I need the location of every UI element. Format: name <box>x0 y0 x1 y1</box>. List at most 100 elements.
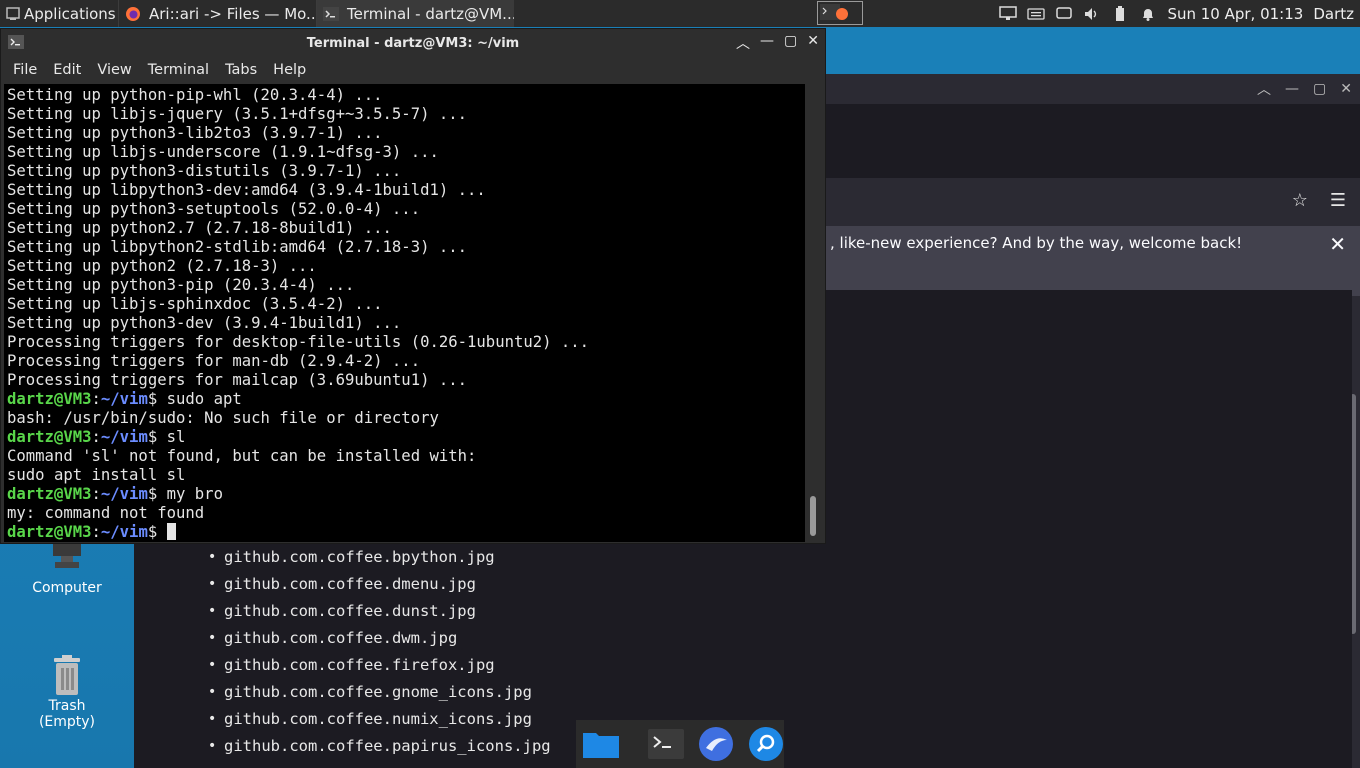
output-text: Processing triggers for mailcap (3.69ubu… <box>7 371 468 389</box>
browser-icon[interactable] <box>698 725 734 763</box>
prompt-path: ~/vim <box>100 428 148 446</box>
taskbar-item-files[interactable]: Ari::ari -> Files — Mo... <box>118 0 316 27</box>
terminal-prompt-line: dartz@VM3:~/vim$ my bro <box>7 485 808 504</box>
terminal-prompt-line: dartz@VM3:~/vim$ sl <box>7 428 808 447</box>
terminal-window[interactable]: Terminal - dartz@VM3: ~/vim ︿ — ▢ ✕ File… <box>0 28 826 544</box>
files-icon[interactable] <box>582 725 620 763</box>
menu-terminal[interactable]: Terminal <box>140 62 217 78</box>
window-preview-button[interactable] <box>817 1 863 25</box>
file-link[interactable]: github.com.coffee.numix_icons.jpg <box>224 706 532 733</box>
terminal-output-line: Processing triggers for desktop-file-uti… <box>7 333 808 352</box>
applications-menu-icon <box>6 6 20 21</box>
terminal-output-line: Setting up python3-setuptools (52.0.0-4)… <box>7 200 808 219</box>
menu-help[interactable]: Help <box>265 62 314 78</box>
output-text: Processing triggers for desktop-file-uti… <box>7 333 590 351</box>
terminal-output-line: Setting up libjs-sphinxdoc (3.5.4-2) ... <box>7 295 808 314</box>
list-item[interactable]: • github.com.coffee.dwm.jpg <box>208 625 551 652</box>
terminal-output-line: Setting up libpython3-dev:amd64 (3.9.4-1… <box>7 181 808 200</box>
taskbar-item-label: Ari::ari -> Files — Mo... <box>149 4 316 23</box>
output-text: Setting up python2 (2.7.18-3) ... <box>7 257 317 275</box>
text-cursor <box>166 523 176 540</box>
terminal-prompt-line: dartz@VM3:~/vim$ sudo apt <box>7 390 808 409</box>
clock[interactable]: Sun 10 Apr, 01:13 <box>1167 5 1303 23</box>
chevron-up-icon[interactable]: ︿ <box>1257 79 1271 99</box>
terminal-output-line: Setting up python3-lib2to3 (3.9.7-1) ... <box>7 124 808 143</box>
output-text: my: command not found <box>7 504 205 522</box>
file-link[interactable]: github.com.coffee.gnome_icons.jpg <box>224 679 532 706</box>
volume-icon[interactable] <box>1083 5 1101 23</box>
terminal-icon[interactable] <box>648 725 684 763</box>
taskbar-item-label: Terminal - dartz@VM... <box>347 4 514 23</box>
list-item[interactable]: • github.com.coffee.dmenu.jpg <box>208 571 551 598</box>
close-icon[interactable]: ✕ <box>807 33 819 53</box>
notification-bell-icon[interactable] <box>1139 5 1157 23</box>
prompt-separator: : <box>91 485 101 503</box>
hamburger-menu-icon[interactable]: ☰ <box>1330 190 1346 211</box>
terminal-titlebar[interactable]: Terminal - dartz@VM3: ~/vim ︿ — ▢ ✕ <box>1 29 825 57</box>
desktop-icon-computer[interactable]: Computer <box>17 536 117 596</box>
menu-tabs[interactable]: Tabs <box>217 62 265 78</box>
menu-file[interactable]: File <box>5 62 45 78</box>
terminal-icon <box>8 35 24 49</box>
output-text: Command 'sl' not found, but can be insta… <box>7 447 477 465</box>
search-icon[interactable] <box>748 725 784 763</box>
terminal-output-line: my: command not found <box>7 504 808 523</box>
desktop-icon-trash[interactable]: Trash (Empty) <box>17 654 117 730</box>
menu-view[interactable]: View <box>89 62 139 78</box>
applications-menu-button[interactable]: Applications <box>0 0 118 27</box>
file-link[interactable]: github.com.coffee.firefox.jpg <box>224 652 495 679</box>
network-icon[interactable] <box>999 5 1018 23</box>
minimize-icon[interactable]: — <box>1285 81 1299 97</box>
terminal-output[interactable]: Setting up python-pip-whl (20.3.4-4) ...… <box>4 84 808 542</box>
prompt-symbol: $ <box>147 523 167 541</box>
terminal-scrollbar[interactable] <box>805 84 821 542</box>
shade-icon[interactable]: ︿ <box>736 33 750 53</box>
scrollbar-thumb[interactable] <box>810 496 816 536</box>
user-menu[interactable]: Dartz <box>1313 5 1354 23</box>
prompt-path: ~/vim <box>100 390 148 408</box>
command-text: my bro <box>166 485 223 503</box>
keyboard-icon[interactable] <box>1027 5 1046 23</box>
minimize-icon[interactable]: — <box>760 33 774 53</box>
list-item[interactable]: • github.com.coffee.dunst.jpg <box>208 598 551 625</box>
battery-icon[interactable] <box>1111 5 1129 23</box>
terminal-output-line: Setting up libpython2-stdlib:amd64 (2.7.… <box>7 238 808 257</box>
maximize-icon[interactable]: ▢ <box>784 33 797 53</box>
file-link[interactable]: github.com.coffee.dunst.jpg <box>224 598 476 625</box>
terminal-output-line: Setting up python3-distutils (3.9.7-1) .… <box>7 162 808 181</box>
terminal-icon <box>323 6 339 22</box>
file-link[interactable]: github.com.coffee.papirus_icons.jpg <box>224 733 551 760</box>
file-link[interactable]: github.com.coffee.bpython.jpg <box>224 544 495 571</box>
terminal-output-line: Setting up python2 (2.7.18-3) ... <box>7 257 808 276</box>
list-item[interactable]: • github.com.coffee.numix_icons.jpg <box>208 706 551 733</box>
output-text: sudo apt install sl <box>7 466 186 484</box>
file-link[interactable]: github.com.coffee.dwm.jpg <box>224 625 457 652</box>
terminal-output-line: Setting up libjs-underscore (1.9.1~dfsg-… <box>7 143 808 162</box>
menubar: File Edit View Terminal Tabs Help <box>1 57 825 83</box>
prompt-symbol: $ <box>147 390 167 408</box>
list-item[interactable]: • github.com.coffee.bpython.jpg <box>208 544 551 571</box>
terminal-output-line: sudo apt install sl <box>7 466 808 485</box>
terminal-output-line: Setting up python-pip-whl (20.3.4-4) ... <box>7 86 808 105</box>
applications-label: Applications <box>24 4 116 23</box>
list-item[interactable]: • github.com.coffee.firefox.jpg <box>208 652 551 679</box>
output-text: Setting up python2.7 (2.7.18-8build1) ..… <box>7 219 392 237</box>
window-title: Terminal - dartz@VM3: ~/vim <box>306 35 520 51</box>
desktop-icon-label: Trash <box>48 698 86 714</box>
notification-close-button[interactable]: ✕ <box>1329 232 1346 256</box>
bookmark-star-icon[interactable]: ☆ <box>1292 190 1308 211</box>
desktop-icon-label: Computer <box>32 580 102 596</box>
display-icon[interactable] <box>1055 5 1073 23</box>
taskbar-item-terminal[interactable]: Terminal - dartz@VM... <box>316 0 514 27</box>
list-item[interactable]: • github.com.coffee.papirus_icons.jpg <box>208 733 551 760</box>
output-text: Setting up libjs-sphinxdoc (3.5.4-2) ... <box>7 295 383 313</box>
close-icon[interactable]: ✕ <box>1340 81 1352 97</box>
list-item[interactable]: • github.com.coffee.gnome_icons.jpg <box>208 679 551 706</box>
prompt-path: ~/vim <box>100 523 148 541</box>
system-tray: Sun 10 Apr, 01:13 Dartz <box>999 0 1360 27</box>
file-list: • github.com.coffee.bpython.jpg • github.c… <box>208 544 551 760</box>
file-link[interactable]: github.com.coffee.dmenu.jpg <box>224 571 476 598</box>
menu-edit[interactable]: Edit <box>45 62 89 78</box>
output-text: Setting up libpython3-dev:amd64 (3.9.4-1… <box>7 181 486 199</box>
maximize-icon[interactable]: ▢ <box>1313 81 1326 97</box>
